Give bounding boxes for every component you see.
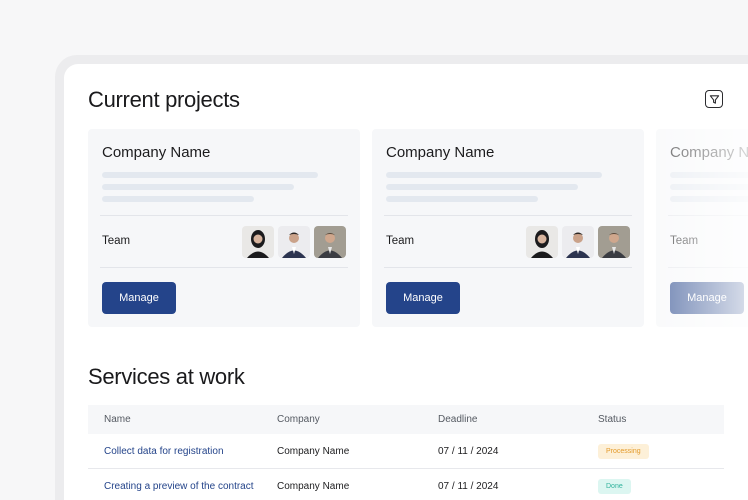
project-card: Company Name Team Manage [88,129,360,327]
placeholder-line [386,184,578,190]
placeholder-line [670,196,748,202]
team-label: Team [386,235,415,247]
column-header-deadline[interactable]: Deadline [438,414,598,425]
team-label: Team [102,235,131,247]
column-header-name[interactable]: Name [88,414,277,425]
services-table: Name Company Deadline Status Collect dat… [88,405,724,500]
deadline-cell: 07 / 11 / 2024 [438,480,499,492]
avatar[interactable] [598,226,630,258]
avatar[interactable] [242,226,274,258]
column-header-company[interactable]: Company [277,414,438,425]
project-card: Company Name Team Manage [372,129,644,327]
section-title-current-projects: Current projects [88,87,240,112]
avatar[interactable] [314,226,346,258]
avatar[interactable] [278,226,310,258]
status-badge: Done [598,478,631,494]
manage-button[interactable]: Manage [386,282,460,314]
divider [384,215,632,216]
deadline-cell: 07 / 11 / 2024 [438,445,499,457]
filter-icon [709,94,719,104]
placeholder-line [386,196,538,202]
status-badge: Processing [598,443,649,459]
column-header-status[interactable]: Status [598,414,724,425]
manage-button[interactable]: Manage [670,282,744,314]
placeholder-line [670,184,748,190]
divider [668,215,748,216]
table-row[interactable]: Collect data for registration Company Na… [88,434,724,469]
manage-button[interactable]: Manage [102,282,176,314]
company-cell: Company Name [277,480,350,492]
placeholder-line [102,172,318,178]
service-name-link[interactable]: Collect data for registration [88,446,277,457]
table-header: Name Company Deadline Status [88,405,724,434]
divider [100,267,348,268]
team-label: Team [670,235,699,247]
divider [100,215,348,216]
company-cell: Company Name [277,445,350,457]
main-panel: Current projects Company Name Team Manag… [64,64,748,500]
divider [384,267,632,268]
placeholder-line [386,172,602,178]
avatar[interactable] [562,226,594,258]
card-company-name: Company Name [386,144,495,161]
section-title-services-at-work: Services at work [88,364,245,389]
placeholder-line [102,184,294,190]
placeholder-line [670,172,748,178]
card-company-name: Company Name [102,144,211,161]
placeholder-line [102,196,254,202]
project-card: Company Name Team Manage [656,129,748,327]
table-row[interactable]: Creating a preview of the contract Compa… [88,469,724,500]
card-company-name: Company Name [670,144,748,161]
divider [668,267,748,268]
avatar[interactable] [526,226,558,258]
service-name-link[interactable]: Creating a preview of the contract [88,481,277,492]
filter-button[interactable] [705,90,723,108]
